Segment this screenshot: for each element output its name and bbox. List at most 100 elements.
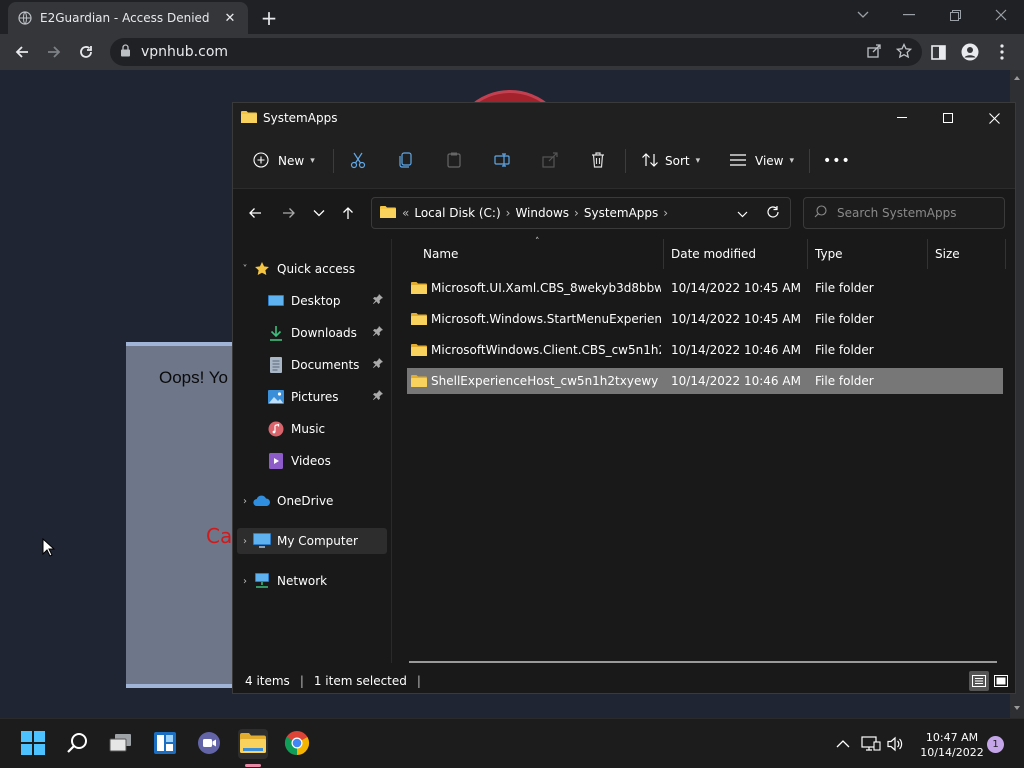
tiles-view-icon[interactable]	[991, 671, 1011, 691]
chevron-right-icon[interactable]: ›	[237, 536, 253, 547]
search-button[interactable]	[62, 729, 92, 759]
explorer-title-bar[interactable]: SystemApps	[233, 103, 1015, 133]
column-date-modified[interactable]: Date modified	[671, 239, 756, 269]
back-icon[interactable]	[10, 40, 34, 64]
pin-icon[interactable]	[373, 390, 383, 403]
nav-downloads[interactable]: Downloads	[237, 320, 387, 346]
column-name[interactable]: Name	[423, 239, 458, 269]
pin-icon[interactable]	[373, 294, 383, 307]
close-window-icon[interactable]	[986, 4, 1016, 26]
breadcrumb-systemapps[interactable]: SystemApps	[584, 206, 658, 220]
nav-network[interactable]: › Network	[237, 568, 387, 594]
breadcrumb[interactable]: « Local Disk (C:) › Windows › SystemApps…	[371, 197, 791, 229]
notification-badge[interactable]: 1	[987, 736, 1004, 753]
nav-desktop[interactable]: Desktop	[237, 288, 387, 314]
star-icon[interactable]	[895, 42, 913, 62]
show-hidden-icons-icon[interactable]	[832, 733, 854, 755]
close-icon[interactable]	[971, 103, 1017, 133]
chrome-taskbar-button[interactable]	[282, 729, 312, 759]
column-type[interactable]: Type	[815, 239, 843, 269]
pane-divider[interactable]	[391, 239, 392, 663]
nav-videos[interactable]: Videos	[237, 448, 387, 474]
column-divider[interactable]	[1005, 239, 1006, 269]
address-dropdown-icon[interactable]	[737, 207, 748, 221]
nav-pictures[interactable]: Pictures	[237, 384, 387, 410]
table-row[interactable]: Microsoft.UI.Xaml.CBS_8wekyb3d8bbwe 10/1…	[407, 275, 1003, 301]
sort-button[interactable]: Sort ▾	[641, 147, 700, 175]
nav-my-computer[interactable]: › My Computer	[237, 528, 387, 554]
widgets-button[interactable]	[150, 729, 180, 759]
minimize-icon[interactable]	[879, 103, 925, 133]
address-bar[interactable]: vpnhub.com	[110, 38, 922, 66]
chevron-right-icon[interactable]: ›	[574, 206, 579, 220]
task-view-icon	[109, 733, 133, 756]
forward-icon[interactable]	[42, 40, 66, 64]
minimize-icon[interactable]	[894, 4, 924, 26]
pin-icon[interactable]	[373, 326, 383, 339]
item-count: 4 items	[245, 674, 290, 688]
restore-icon[interactable]	[940, 4, 970, 26]
refresh-icon[interactable]	[766, 205, 780, 222]
column-size[interactable]: Size	[935, 239, 960, 269]
share-button[interactable]	[541, 147, 559, 175]
copy-button[interactable]	[397, 147, 415, 175]
column-divider[interactable]	[663, 239, 664, 269]
network-status-icon[interactable]	[860, 733, 882, 755]
tab-close-icon[interactable]: ✕	[222, 10, 238, 26]
paste-button[interactable]	[445, 147, 463, 175]
oops-heading: Oops! Yo	[159, 368, 229, 387]
overflow-chevron-icon[interactable]: «	[402, 206, 409, 220]
side-panel-icon[interactable]	[926, 40, 950, 64]
chevron-right-icon[interactable]: ›	[237, 496, 253, 507]
file-name: MicrosoftWindows.Client.CBS_cw5n1h2t...	[431, 343, 661, 357]
chevron-right-icon[interactable]: ›	[663, 206, 668, 220]
nav-quick-access[interactable]: ˅ Quick access	[237, 256, 387, 282]
share-icon[interactable]	[866, 43, 882, 62]
nav-documents[interactable]: Documents	[237, 352, 387, 378]
browser-tab[interactable]: E2Guardian - Access Denied ✕	[8, 2, 248, 34]
file-explorer-taskbar-button[interactable]	[238, 729, 268, 759]
breadcrumb-local-disk[interactable]: Local Disk (C:)	[414, 206, 500, 220]
table-row-selected[interactable]: ShellExperienceHost_cw5n1h2txyewy 10/14/…	[407, 368, 1003, 394]
lock-icon[interactable]	[120, 44, 131, 60]
cut-button[interactable]	[349, 147, 367, 175]
back-icon[interactable]	[243, 201, 267, 225]
menu-icon[interactable]	[990, 40, 1014, 64]
nav-onedrive[interactable]: › OneDrive	[237, 488, 387, 514]
rename-button[interactable]	[493, 147, 511, 175]
chevron-right-icon[interactable]: ›	[506, 206, 511, 220]
recent-locations-icon[interactable]	[307, 201, 331, 225]
breadcrumb-windows[interactable]: Windows	[515, 206, 569, 220]
new-tab-button[interactable]: +	[258, 6, 280, 30]
maximize-icon[interactable]	[925, 103, 971, 133]
horizontal-scrollbar[interactable]	[409, 661, 997, 663]
delete-button[interactable]	[589, 147, 607, 175]
folder-icon	[411, 312, 427, 326]
column-divider[interactable]	[807, 239, 808, 269]
table-row[interactable]: MicrosoftWindows.Client.CBS_cw5n1h2t... …	[407, 337, 1003, 363]
system-clock[interactable]: 10:47 AM 10/14/2022	[912, 730, 992, 760]
task-view-button[interactable]	[106, 729, 136, 759]
up-icon[interactable]	[336, 201, 360, 225]
search-input[interactable]: Search SystemApps	[803, 197, 1005, 229]
mouse-cursor-icon	[42, 537, 56, 558]
chevron-down-icon[interactable]: ˅	[237, 264, 253, 275]
more-options-button[interactable]: •••	[823, 147, 851, 175]
chevron-right-icon[interactable]: ›	[237, 576, 253, 587]
profile-icon[interactable]	[958, 40, 982, 64]
start-button[interactable]	[18, 729, 48, 759]
reload-icon[interactable]	[74, 40, 98, 64]
volume-icon[interactable]	[884, 733, 906, 755]
view-button[interactable]: View ▾	[729, 147, 794, 175]
details-view-icon[interactable]	[969, 671, 989, 691]
folder-icon	[411, 374, 427, 388]
nav-music[interactable]: Music	[237, 416, 387, 442]
new-button[interactable]: New ▾	[253, 147, 315, 175]
forward-icon[interactable]	[277, 201, 301, 225]
pin-icon[interactable]	[373, 358, 383, 371]
column-divider[interactable]	[927, 239, 928, 269]
tab-search-icon[interactable]	[848, 4, 878, 26]
teams-chat-button[interactable]	[194, 729, 224, 759]
status-bar: 4 items | 1 item selected |	[233, 667, 1015, 695]
table-row[interactable]: Microsoft.Windows.StartMenuExperienc... …	[407, 306, 1003, 332]
